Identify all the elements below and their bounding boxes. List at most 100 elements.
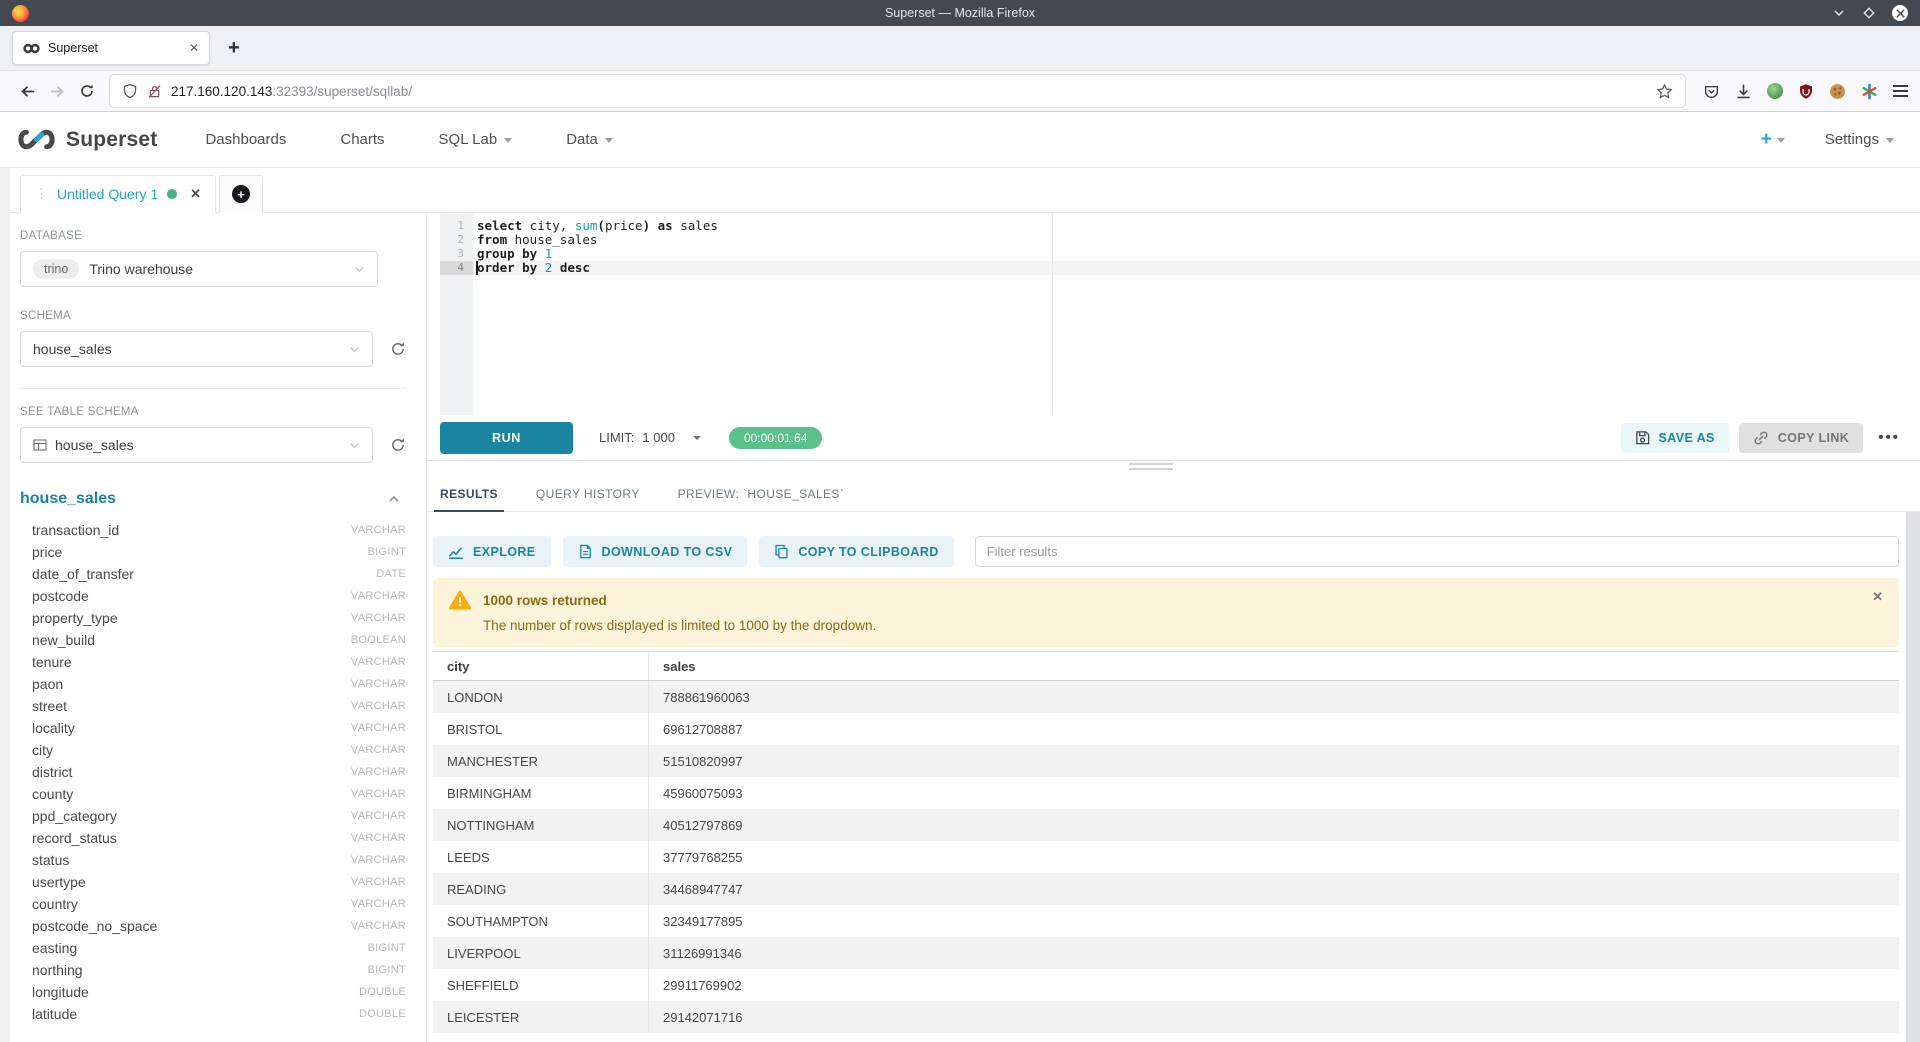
schema-column-row[interactable]: countyVARCHAR <box>20 783 406 805</box>
filter-results-input[interactable] <box>975 536 1899 567</box>
schema-column-row[interactable]: districtVARCHAR <box>20 761 406 783</box>
collapse-chevron-up-icon[interactable] <box>388 493 400 505</box>
result-row[interactable]: SHEFFIELD29911769902 <box>433 969 1899 1001</box>
schema-column-row[interactable]: property_typeVARCHAR <box>20 607 406 629</box>
sql-code[interactable]: select city, sum(price) as salesfrom hou… <box>473 219 1920 275</box>
schema-column-row[interactable]: cityVARCHAR <box>20 739 406 761</box>
table-schema-title[interactable]: house_sales <box>20 490 116 508</box>
superset-logo[interactable]: Superset <box>14 127 157 152</box>
header-sales[interactable]: sales <box>649 652 1899 680</box>
download-csv-button[interactable]: DOWNLOAD TO CSV <box>563 536 748 567</box>
sql-editor[interactable]: 1234 select city, sum(price) as salesfro… <box>440 213 1920 415</box>
result-row[interactable]: BIRMINGHAM45960075093 <box>433 777 1899 809</box>
code-line[interactable]: group by 1 <box>473 247 1920 261</box>
browser-tab-superset[interactable]: Superset ✕ <box>12 31 210 65</box>
schema-column-row[interactable]: postcode_no_spaceVARCHAR <box>20 915 406 937</box>
result-row[interactable]: MANCHESTER51510820997 <box>433 745 1899 777</box>
copy-clipboard-button[interactable]: COPY TO CLIPBOARD <box>759 536 953 567</box>
new-tab-button[interactable]: + <box>228 38 240 58</box>
schema-column-row[interactable]: record_statusVARCHAR <box>20 827 406 849</box>
pane-resize-handle[interactable] <box>1129 463 1173 473</box>
code-line[interactable]: from house_sales <box>473 233 1920 247</box>
run-button[interactable]: RUN <box>440 422 573 454</box>
result-row[interactable]: READING34468947747 <box>433 873 1899 905</box>
drag-handle-icon[interactable]: ⋮ <box>35 186 48 202</box>
header-city[interactable]: city <box>433 652 649 680</box>
nav-item-dashboards[interactable]: Dashboards <box>205 131 286 148</box>
result-row[interactable]: LONDON788861960063 <box>433 681 1899 713</box>
query-tab-close-icon[interactable]: ✕ <box>190 186 201 202</box>
forward-button[interactable] <box>42 76 72 106</box>
schema-column-row[interactable]: usertypeVARCHAR <box>20 871 406 893</box>
schema-column-row[interactable]: date_of_transferDATE <box>20 563 406 585</box>
tab-preview-house-sales[interactable]: PREVIEW: `HOUSE_SALES` <box>672 478 851 512</box>
extension-asterisk-icon[interactable] <box>1861 83 1878 100</box>
minimize-button[interactable] <box>1832 6 1846 20</box>
schema-column-row[interactable]: streetVARCHAR <box>20 695 406 717</box>
schema-column-row[interactable]: priceBIGINT <box>20 541 406 563</box>
schema-column-row[interactable]: transaction_idVARCHAR <box>20 519 406 541</box>
result-row[interactable]: BRISTOL69612708887 <box>433 713 1899 745</box>
schema-column-row[interactable]: ppd_categoryVARCHAR <box>20 805 406 827</box>
nav-item-data[interactable]: Data <box>566 131 613 148</box>
tab-query-history[interactable]: QUERY HISTORY <box>530 478 646 512</box>
url-bar[interactable]: 217.160.120.143:32393/superset/sqllab/ <box>110 75 1685 107</box>
result-row[interactable]: LEEDS37779768255 <box>433 841 1899 873</box>
pocket-icon[interactable] <box>1703 83 1720 100</box>
extension-green-icon[interactable] <box>1767 83 1783 99</box>
tracking-shield-icon[interactable] <box>122 83 138 99</box>
tab-close-icon[interactable]: ✕ <box>189 41 199 55</box>
schema-column-row[interactable]: eastingBIGINT <box>20 937 406 959</box>
results-actions: EXPLORE DOWNLOAD TO CSV COPY TO CLIPBOAR… <box>433 536 1899 567</box>
cookie-icon[interactable] <box>1829 83 1846 100</box>
database-select[interactable]: trino Trino warehouse <box>20 251 378 287</box>
tab-results[interactable]: RESULTS <box>434 478 504 512</box>
back-button[interactable] <box>12 76 42 106</box>
query-tab-active[interactable]: ⋮ Untitled Query 1 ✕ <box>20 175 216 213</box>
table-select[interactable]: house_sales <box>20 427 373 463</box>
add-query-tab-button[interactable]: + <box>219 175 263 213</box>
download-csv-label: DOWNLOAD TO CSV <box>602 545 733 559</box>
bookmark-star-icon[interactable] <box>1656 83 1673 100</box>
limit-dropdown[interactable]: LIMIT: 1 000 <box>599 430 701 445</box>
refresh-schemas-icon[interactable] <box>390 341 406 357</box>
result-row[interactable]: LEICESTER29142071716 <box>433 1001 1899 1033</box>
nav-item-sql-lab[interactable]: SQL Lab <box>439 131 513 148</box>
copy-link-button[interactable]: COPY LINK <box>1739 423 1863 453</box>
nav-item-charts[interactable]: Charts <box>340 131 384 148</box>
refresh-tables-icon[interactable] <box>390 437 406 453</box>
column-type: VARCHAR <box>351 722 406 734</box>
schema-column-row[interactable]: localityVARCHAR <box>20 717 406 739</box>
settings-menu[interactable]: Settings <box>1825 131 1894 148</box>
lock-insecure-icon[interactable] <box>147 84 162 99</box>
result-row[interactable]: NOTTINGHAM40512797869 <box>433 809 1899 841</box>
close-button[interactable] <box>1892 5 1908 21</box>
code-line[interactable]: select city, sum(price) as sales <box>473 219 1920 233</box>
results-scrollbar[interactable] <box>1906 512 1920 1042</box>
maximize-button[interactable] <box>1862 6 1876 20</box>
ublock-shield-icon[interactable] <box>1798 83 1814 100</box>
schema-column-row[interactable]: countryVARCHAR <box>20 893 406 915</box>
code-line[interactable]: order by 2 desc <box>473 261 1920 275</box>
save-as-button[interactable]: SAVE AS <box>1621 423 1729 453</box>
schema-select[interactable]: house_sales <box>20 331 373 367</box>
schema-column-row[interactable]: latitudeDOUBLE <box>20 1003 406 1025</box>
cell-sales: 34468947747 <box>649 873 1899 905</box>
menu-icon[interactable] <box>1893 85 1908 96</box>
schema-column-row[interactable]: postcodeVARCHAR <box>20 585 406 607</box>
reload-button[interactable] <box>72 76 102 106</box>
result-row[interactable]: SOUTHAMPTON32349177895 <box>433 905 1899 937</box>
result-row[interactable]: LIVERPOOL31126991346 <box>433 937 1899 969</box>
schema-column-row[interactable]: northingBIGINT <box>20 959 406 981</box>
schema-column-row[interactable]: tenureVARCHAR <box>20 651 406 673</box>
schema-column-row[interactable]: paonVARCHAR <box>20 673 406 695</box>
schema-column-row[interactable]: longitudeDOUBLE <box>20 981 406 1003</box>
url-text[interactable]: 217.160.120.143:32393/superset/sqllab/ <box>171 84 1647 99</box>
schema-column-row[interactable]: new_buildBOOLEAN <box>20 629 406 651</box>
explore-button[interactable]: EXPLORE <box>433 536 551 567</box>
add-new-button[interactable]: + <box>1761 129 1785 151</box>
alert-close-icon[interactable]: ✕ <box>1872 589 1883 605</box>
more-options-icon[interactable]: ••• <box>1878 429 1900 446</box>
downloads-icon[interactable] <box>1735 83 1752 100</box>
schema-column-row[interactable]: statusVARCHAR <box>20 849 406 871</box>
